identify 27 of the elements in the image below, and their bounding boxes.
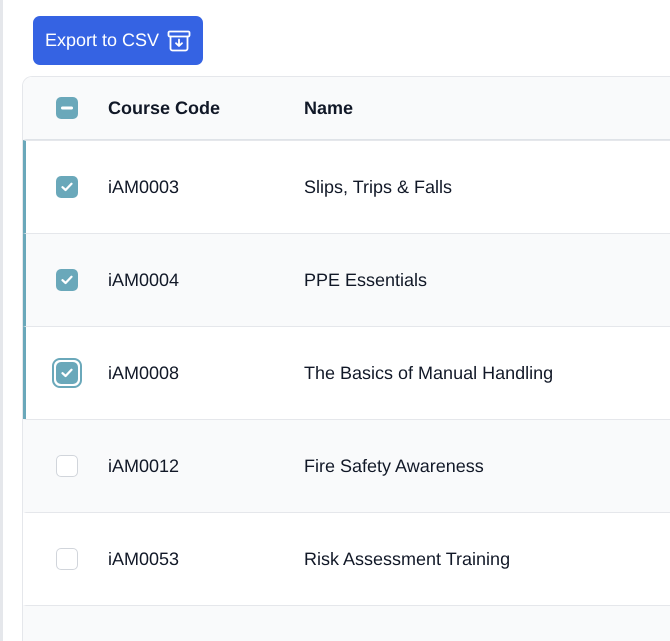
column-header: Course Code <box>108 98 222 118</box>
table-row[interactable]: iAM0012 Fire Safety Awareness <box>23 419 670 512</box>
table-cell-text: iAM0003 <box>108 176 180 198</box>
row-checkbox[interactable] <box>56 176 78 198</box>
table-cell: Slips, Trips & Falls <box>304 176 452 198</box>
checkmark-icon <box>61 275 73 285</box>
table-cell-text: iAM0012 <box>108 456 180 476</box>
table-row[interactable]: iAM0008 The Basics of Manual Handling <box>23 326 670 419</box>
table-cell: The Basics of Manual Handling <box>304 362 554 384</box>
table-row[interactable]: iAM0003 Slips, Trips & Falls <box>23 140 670 233</box>
column-header: Name <box>304 98 354 118</box>
checkmark-icon <box>61 182 73 192</box>
select-all-checkbox[interactable] <box>56 97 78 119</box>
table-cell: PPE Essentials <box>304 270 428 290</box>
archive-download-icon <box>167 30 192 52</box>
row-checkbox[interactable] <box>56 269 78 291</box>
table-cell: Risk Assessment Training <box>304 548 510 570</box>
table-cell-text: iAM0053 <box>108 548 180 570</box>
checkmark-icon <box>61 368 73 378</box>
table-row[interactable]: iAM0004 PPE Essentials <box>23 233 670 326</box>
table-cell: Fire Safety Awareness <box>304 456 484 476</box>
table-cell-text: iAM0004 <box>108 270 180 290</box>
minus-icon <box>61 106 73 110</box>
row-checkbox[interactable] <box>56 455 78 477</box>
export-button[interactable]: Export to CSV <box>33 16 204 65</box>
table-cell-text: iAM0008 <box>108 362 180 384</box>
row-checkbox[interactable] <box>56 548 78 570</box>
